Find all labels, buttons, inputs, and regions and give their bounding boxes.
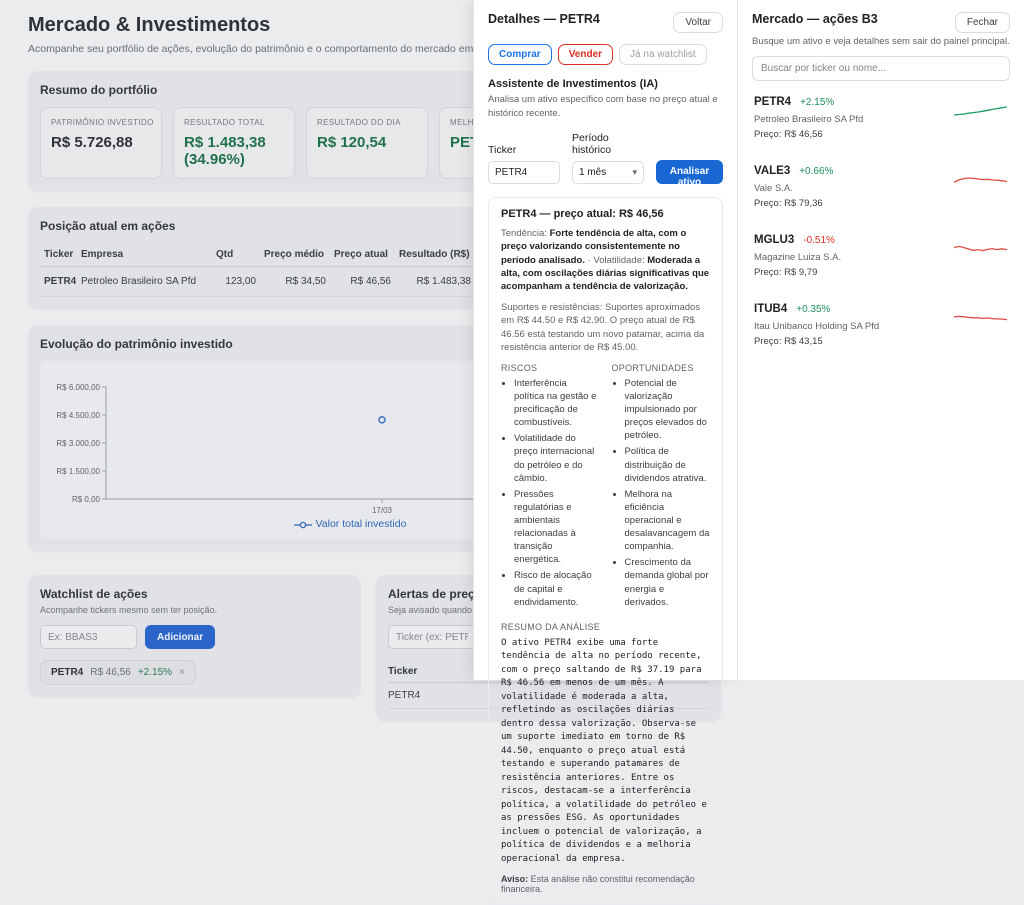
period-select[interactable]: 1 mês ▾	[572, 161, 644, 184]
sparkline-icon	[953, 169, 1008, 191]
buy-button[interactable]: Comprar	[488, 44, 552, 65]
period-field-label: Período histórico	[572, 132, 644, 156]
stock-row-petr4[interactable]: PETR4+2.15% Petroleo Brasileiro SA Pfd P…	[752, 81, 1010, 150]
assistant-title: Assistente de Investimentos (IA)	[488, 78, 723, 90]
stat-total-result: RESULTADO TOTAL R$ 1.483,38 (34.96%)	[173, 107, 295, 179]
analysis-summary-title: RESUMO DA ANÁLISE	[501, 622, 710, 632]
already-watchlist-button: Já na watchlist	[619, 44, 707, 65]
data-point[interactable]	[379, 417, 385, 423]
assistant-desc: Analisa um ativo específico com base no …	[488, 93, 723, 121]
add-watchlist-button[interactable]: Adicionar	[145, 625, 215, 649]
analyze-button[interactable]: Analisar ativo	[656, 160, 723, 184]
legend-marker-icon	[294, 521, 312, 529]
ticker-field[interactable]	[488, 161, 560, 184]
analysis-summary-text: O ativo PETR4 exibe uma forte tendência …	[501, 637, 710, 867]
market-desc: Busque um ativo e veja detalhes sem sair…	[752, 36, 1010, 47]
list-item: Potencial de valorização impulsionado po…	[625, 377, 711, 443]
detail-panel: Detalhes — PETR4 Voltar Comprar Vender J…	[473, 0, 737, 680]
risks-title: RISCOS	[501, 363, 600, 373]
y-tick-label: R$ 6.000,00	[56, 383, 100, 392]
stat-day-result: RESULTADO DO DIA R$ 120,54	[306, 107, 428, 179]
sparkline-icon	[953, 238, 1008, 260]
analysis-result: PETR4 — preço atual: R$ 46,56 Tendência:…	[488, 197, 723, 905]
y-tick-label: R$ 1.500,00	[56, 467, 100, 476]
list-item: Política de distribuição de dividendos a…	[625, 445, 711, 484]
watchlist-desc: Acompanhe tickers mesmo sem ter posição.	[40, 605, 349, 615]
close-button[interactable]: Fechar	[955, 12, 1010, 33]
analysis-supports: Suportes e resistências: Suportes aproxi…	[501, 301, 710, 355]
list-item: Interferência política na gestão e preci…	[514, 377, 600, 429]
x-tick-label: 17/03	[372, 506, 393, 515]
market-panel: Mercado — ações B3 Fechar Busque um ativ…	[737, 0, 1024, 680]
y-tick-label: R$ 0,00	[72, 495, 101, 504]
chevron-down-icon: ▾	[632, 167, 637, 178]
sparkline-icon	[953, 307, 1008, 329]
risks-list: Interferência política na gestão e preci…	[501, 377, 600, 609]
disclaimer: Aviso: Esta análise não constitui recome…	[501, 874, 710, 894]
back-button[interactable]: Voltar	[673, 12, 723, 33]
opportunities-column: OPORTUNIDADES Potencial de valorização i…	[612, 363, 711, 612]
list-item: Crescimento da demanda global por energi…	[625, 556, 711, 608]
sparkline-icon	[953, 100, 1008, 122]
market-panel-title: Mercado — ações B3	[752, 12, 878, 26]
analysis-heading: PETR4 — preço atual: R$ 46,56	[501, 208, 710, 220]
list-item: Pressões regulatórias e ambientais relac…	[514, 488, 600, 567]
list-item: Volatilidade do preço internacional do p…	[514, 432, 600, 484]
watchlist-ticker-input[interactable]	[40, 625, 137, 649]
stock-list: PETR4+2.15% Petroleo Brasileiro SA Pfd P…	[752, 81, 1010, 357]
stat-invested: PATRIMÔNIO INVESTIDO R$ 5.726,88	[40, 107, 162, 179]
stock-row-mglu3[interactable]: MGLU3-0.51% Magazine Luiza S.A. Preço: R…	[752, 219, 1010, 288]
risks-column: RISCOS Interferência política na gestão …	[501, 363, 600, 612]
remove-chip-icon[interactable]: ×	[179, 667, 185, 678]
alert-ticker-input[interactable]	[388, 625, 476, 649]
watchlist-card: Watchlist de ações Acompanhe tickers mes…	[28, 575, 361, 697]
list-item: Risco de alocação de capital e endividam…	[514, 569, 600, 608]
sell-button[interactable]: Vender	[558, 44, 613, 65]
opportunities-list: Potencial de valorização impulsionado po…	[612, 377, 711, 609]
watchlist-chip[interactable]: PETR4 R$ 46,56 +2.15% ×	[40, 660, 196, 685]
ticker-field-label: Ticker	[488, 144, 560, 156]
analysis-trend: Tendência: Forte tendência de alta, com …	[501, 227, 710, 294]
search-input[interactable]	[752, 56, 1010, 81]
detail-panel-title: Detalhes — PETR4	[488, 12, 600, 26]
y-tick-label: R$ 3.000,00	[56, 439, 100, 448]
y-tick-label: R$ 4.500,00	[56, 411, 100, 420]
stock-row-vale3[interactable]: VALE3+0.66% Vale S.A. Preço: R$ 79,36	[752, 150, 1010, 219]
watchlist-title: Watchlist de ações	[40, 587, 349, 601]
opportunities-title: OPORTUNIDADES	[612, 363, 711, 373]
list-item: Melhora na eficiência operacional e desa…	[625, 488, 711, 554]
stock-row-itub4[interactable]: ITUB4+0.35% Itau Unibanco Holding SA Pfd…	[752, 288, 1010, 357]
